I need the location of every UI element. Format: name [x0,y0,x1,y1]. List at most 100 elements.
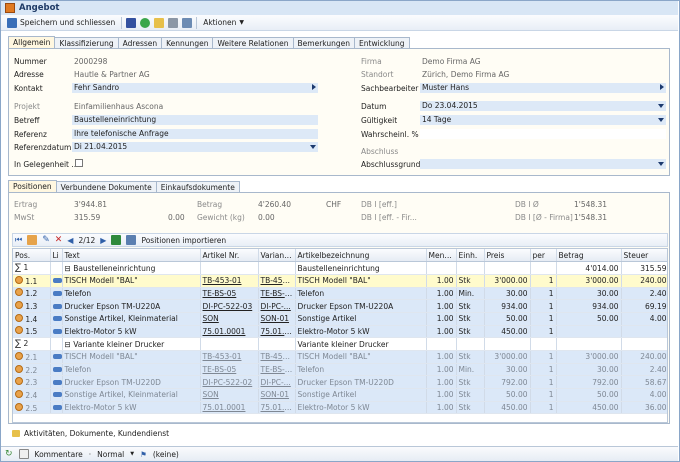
import-icon[interactable] [126,235,137,245]
cell-art[interactable]: TE-BS-05 [200,363,259,377]
cell-pos[interactable]: 2.3 [13,375,51,390]
cell-preis[interactable] [484,261,531,275]
referenz-field[interactable]: Ihre telefonische Anfrage [72,129,318,139]
cell-steuer[interactable]: 315.59 [621,261,667,275]
cell-bez[interactable]: Telefon [295,363,427,377]
tab-einkaufsdokumente[interactable]: Einkaufsdokumente [155,181,240,192]
cell-bez[interactable]: Sonstige Artikel [295,312,427,326]
cell-per[interactable]: 1 [530,299,557,313]
cell-einh[interactable] [456,261,485,275]
cell-einh[interactable]: Stk [456,388,485,402]
cell-steuer[interactable] [621,325,667,339]
cell-bez[interactable]: Baustelleneinrichtung [295,261,427,275]
delete-icon[interactable]: ✕ [55,235,63,245]
cell-text[interactable]: Telefon [62,287,201,301]
save-icon[interactable] [126,17,137,28]
first-record-icon[interactable]: ⏮ [15,235,22,245]
cell-preis[interactable]: 30.00 [484,363,531,377]
table-row[interactable]: 2.5 Elektro-Motor 5 kW 75.01.0001 75.01.0..… [13,401,667,415]
cell-betrag[interactable]: 792.00 [556,375,622,390]
cell-preis[interactable]: 3'000.00 [484,274,531,288]
cell-text[interactable]: Telefon [62,363,201,377]
cell-var[interactable]: DI-PC-... [258,375,296,390]
cell-art[interactable]: TB-453-01 [200,350,259,364]
cell-preis[interactable]: 50.00 [484,388,531,402]
cell-pos[interactable]: 2.1 [13,350,51,364]
cell-li[interactable] [50,388,63,402]
table-row[interactable]: 1.1 TISCH Modell "BAL" TB-453-01 TB-453-...… [13,274,667,288]
abschlussgrund-field[interactable] [420,159,666,169]
cell-pos[interactable]: 2.5 [13,401,51,415]
cell-betrag[interactable] [556,325,622,339]
col-steuer[interactable]: Steuer [621,249,667,263]
cell-text[interactable]: Sonstige Artikel, Kleinmaterial [62,312,201,326]
col-artikel-nr[interactable]: Artikel Nr. [200,249,259,263]
prev-record-icon[interactable]: ◀ [67,236,73,245]
grid-view-icon[interactable] [27,235,38,245]
group-row[interactable]: ∑ 2 ⊟ Variante kleiner Drucker Variante kl… [13,337,667,351]
cell-per[interactable]: 1 [530,363,557,377]
tab-bemerkungen[interactable]: Bemerkungen [292,37,356,48]
col-einheit[interactable]: Einh. [456,249,485,263]
cell-art[interactable] [200,261,259,275]
table-row[interactable]: 2.4 Sonstige Artikel, Kleinmaterial SON SON… [13,388,667,402]
cell-art[interactable] [200,337,259,351]
cell-text[interactable]: Drucker Epson TM-U220D [62,375,201,390]
col-per[interactable]: per [530,249,557,263]
cell-menge[interactable] [426,261,457,275]
cell-preis[interactable]: 50.00 [484,312,531,326]
chevron-down-icon[interactable] [658,118,664,122]
gelegenheit-checkbox[interactable] [75,159,83,167]
col-artikelbezeichnung[interactable]: Artikelbezeichnung [295,249,427,263]
cell-menge[interactable] [426,337,457,351]
chevron-down-icon[interactable] [658,104,664,108]
table-row[interactable]: 1.3 Drucker Epson TM-U220A DI-PC-522-03 DI-… [13,299,667,313]
comments-button[interactable]: Kommentare [35,450,83,459]
cell-betrag[interactable]: 30.00 [556,287,622,301]
cell-steuer[interactable]: 4.00 [621,388,667,402]
cell-bez[interactable]: Sonstige Artikel [295,388,427,402]
col-preis[interactable]: Preis [484,249,531,263]
cell-var[interactable] [258,261,296,275]
col-variante[interactable]: Variante... [258,249,296,263]
wahrscheinlichkeit-field[interactable] [420,129,666,139]
cell-pos[interactable]: ∑ 1 [13,261,51,275]
cell-per[interactable]: 1 [530,375,557,390]
cell-betrag[interactable]: 50.00 [556,312,622,326]
import-positions-label[interactable]: Positionen importieren [141,236,226,245]
excel-icon[interactable] [111,235,122,245]
tab-weitere-relationen[interactable]: Weitere Relationen [212,37,294,48]
table-row[interactable]: 2.2 Telefon TE-BS-05 TE-BS-05 Telefon 1.00 Min… [13,363,667,377]
cell-menge[interactable]: 1.00 [426,350,457,364]
activities-section[interactable]: Aktivitäten, Dokumente, Kundendienst [8,427,670,440]
cell-menge[interactable]: 1.00 [426,325,457,339]
cell-steuer[interactable]: 58.67 [621,375,667,390]
cell-bez[interactable]: TISCH Modell "BAL" [295,350,427,364]
cell-betrag[interactable]: 30.00 [556,363,622,377]
cell-text[interactable]: Drucker Epson TM-U220A [62,299,201,313]
cell-text[interactable]: TISCH Modell "BAL" [62,350,201,364]
cell-li[interactable] [50,287,63,301]
tab-entwicklung[interactable]: Entwicklung [354,37,410,48]
cell-steuer[interactable] [621,337,667,351]
table-row[interactable]: 1.2 Telefon TE-BS-05 TE-BS-05 Telefon 1.00 Min… [13,287,667,301]
cell-art[interactable]: DI-PC-522-03 [200,299,259,313]
collapse-icon[interactable]: ⊟ [65,264,71,273]
cell-bez[interactable]: TISCH Modell "BAL" [295,274,427,288]
edit-icon[interactable]: ✎ [42,235,50,245]
cell-art[interactable]: 75.01.0001 [200,325,259,339]
table-row[interactable]: 1.5 Elektro-Motor 5 kW 75.01.0001 75.01.0..… [13,325,667,339]
col-li[interactable]: Li [50,249,63,263]
cell-li[interactable] [50,312,63,326]
cell-steuer[interactable]: 69.19 [621,299,667,313]
cell-var[interactable]: TB-453-... [258,274,296,288]
cell-text[interactable]: ⊟ Variante kleiner Drucker [62,337,201,351]
cell-per[interactable]: 1 [530,312,557,326]
betreff-field[interactable]: Baustelleneinrichtung [72,115,318,125]
cell-var[interactable]: 75.01.0... [258,401,296,415]
cell-var[interactable]: 75.01.0... [258,325,296,339]
cell-einh[interactable]: Stk [456,375,485,390]
cell-steuer[interactable]: 36.00 [621,401,667,415]
next-record-icon[interactable]: ▶ [100,236,106,245]
print-icon[interactable] [168,17,179,28]
